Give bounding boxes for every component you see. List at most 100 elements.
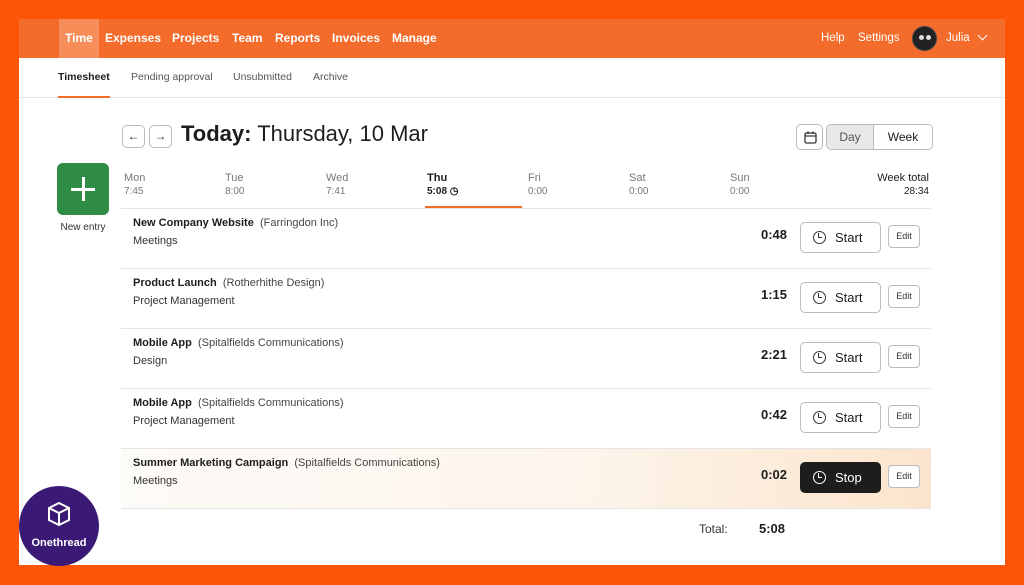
day-name: Fri [528,172,541,184]
day-time: 0:00 [730,186,750,197]
edit-button[interactable]: Edit [888,285,920,308]
time-entry-row[interactable]: Product Launch (Rotherhithe Design) Proj… [121,269,931,329]
start-timer-button[interactable]: Start [800,342,881,373]
day-tab-thu[interactable]: Thu 5:08 ◷ [427,172,459,197]
sub-nav: Timesheet Pending approval Unsubmitted A… [19,58,1005,98]
week-total: Week total 28:34 [849,172,929,197]
start-label: Start [835,410,863,425]
entry-duration: 0:02 [760,467,787,482]
nav-projects[interactable]: Projects [172,19,219,58]
day-tab-sat[interactable]: Sat 0:00 [629,172,648,197]
start-timer-button[interactable]: Start [800,402,881,433]
start-label: Start [835,230,863,245]
entry-duration: 1:15 [760,287,787,302]
entry-project: Product Launch (Rotherhithe Design) [133,277,325,289]
day-name: Wed [326,172,349,184]
total-value: 5:08 [759,521,786,536]
running-time-entry-row[interactable]: Summer Marketing Campaign (Spitalfields … [121,449,931,509]
time-entry-row[interactable]: Mobile App (Spitalfields Communications)… [121,329,931,389]
clock-icon [813,411,826,424]
nav-time[interactable]: Time [59,19,99,58]
entry-client: (Rotherhithe Design) [222,277,325,289]
day-time: 8:00 [225,186,245,197]
stop-timer-button[interactable]: Stop [800,462,881,493]
tab-unsubmitted[interactable]: Unsubmitted [233,58,292,98]
entry-duration: 0:42 [760,407,787,422]
day-tab-sun[interactable]: Sun 0:00 [730,172,750,197]
clock-icon [813,291,826,304]
brand-name: Onethread [31,537,87,549]
entry-task: Design [133,355,168,367]
chevron-down-icon[interactable] [977,30,988,41]
help-link[interactable]: Help [821,19,845,58]
next-day-button[interactable]: → [149,125,172,148]
day-time: 0:00 [528,186,548,197]
entry-duration: 0:48 [760,227,787,242]
entry-project: Mobile App (Spitalfields Communications) [133,397,344,409]
entry-duration: 2:21 [760,347,787,362]
day-time: 0:00 [629,186,649,197]
tab-timesheet[interactable]: Timesheet [58,58,110,98]
edit-button[interactable]: Edit [888,345,920,368]
time-entry-row[interactable]: Mobile App (Spitalfields Communications)… [121,389,931,449]
calendar-button[interactable] [796,124,823,150]
day-tab-fri[interactable]: Fri 0:00 [528,172,547,197]
day-tab-tue[interactable]: Tue 8:00 [225,172,244,197]
week-total-value: 28:34 [903,186,929,197]
view-day-button[interactable]: Day [827,125,874,149]
current-date: Thursday, 10 Mar [257,121,428,146]
entry-project: New Company Website (Farringdon Inc) [133,217,339,229]
clock-icon [813,231,826,244]
settings-link[interactable]: Settings [858,19,900,58]
clock-icon [813,351,826,364]
top-nav: Time Expenses Projects Team Reports Invo… [19,19,1005,58]
day-name: Thu [427,172,448,184]
nav-manage[interactable]: Manage [392,19,437,58]
onethread-logo-icon [48,501,70,527]
nav-invoices[interactable]: Invoices [332,19,380,58]
day-name: Mon [124,172,146,184]
app-window: Time Expenses Projects Team Reports Invo… [19,19,1005,565]
total-label: Total: [699,522,728,536]
entry-client: (Farringdon Inc) [259,217,339,229]
nav-team[interactable]: Team [232,19,262,58]
entry-task: Meetings [133,235,178,247]
start-timer-button[interactable]: Start [800,222,881,253]
clock-icon: ◷ [449,186,459,197]
new-entry-button[interactable] [57,163,109,215]
prev-day-button[interactable]: ← [122,125,145,148]
tab-pending-approval[interactable]: Pending approval [131,58,213,98]
nav-expenses[interactable]: Expenses [105,19,161,58]
day-time: 7:45 [124,186,144,197]
time-entry-row[interactable]: New Company Website (Farringdon Inc) Mee… [121,209,931,269]
view-toggle: Day Week [826,124,933,150]
new-entry-label: New entry [60,222,106,233]
day-time: 5:08 ◷ [427,186,459,197]
avatar[interactable] [912,26,937,51]
day-name: Sun [730,172,750,184]
day-name: Sat [629,172,646,184]
edit-button[interactable]: Edit [888,405,920,428]
edit-button[interactable]: Edit [888,465,920,488]
today-label: Today: [181,121,252,146]
user-name[interactable]: Julia [946,19,970,58]
tab-archive[interactable]: Archive [313,58,348,98]
day-name: Tue [225,172,244,184]
nav-reports[interactable]: Reports [275,19,320,58]
day-time: 7:41 [326,186,346,197]
start-label: Start [835,290,863,305]
edit-button[interactable]: Edit [888,225,920,248]
entry-client: (Spitalfields Communications) [198,337,344,349]
calendar-icon [804,131,817,144]
onethread-logo: Onethread [19,486,99,566]
day-tab-wed[interactable]: Wed 7:41 [326,172,348,197]
entry-project: Mobile App (Spitalfields Communications) [133,337,344,349]
entry-task: Project Management [133,415,235,427]
view-week-button[interactable]: Week [874,125,932,149]
start-label: Start [835,350,863,365]
entry-task: Project Management [133,295,235,307]
page-title: Today: Thursday, 10 Mar [181,121,428,147]
start-timer-button[interactable]: Start [800,282,881,313]
entry-project: Summer Marketing Campaign (Spitalfields … [133,457,440,469]
day-tab-mon[interactable]: Mon 7:45 [124,172,145,197]
